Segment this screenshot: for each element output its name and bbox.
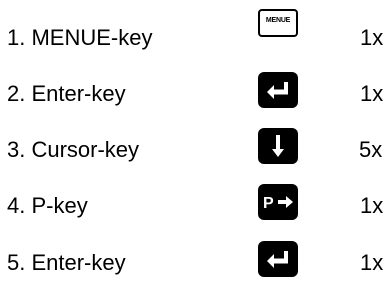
step-row-3: 3. Cursor-key 5x — [0, 127, 389, 173]
step-label: 3. Cursor-key — [7, 137, 140, 162]
p-key-icon: P — [258, 184, 298, 220]
enter-key-icon — [258, 72, 298, 108]
step-row-2: 2. Enter-key 1x — [0, 71, 389, 117]
step-count: 1x — [360, 25, 384, 50]
cursor-down-key-icon — [258, 128, 298, 164]
step-label: 4. P-key — [7, 193, 88, 218]
p-key-letter: P — [263, 195, 274, 212]
step-label: 5. Enter-key — [7, 250, 126, 275]
enter-key-icon — [258, 241, 298, 277]
step-count: 5x — [359, 137, 383, 162]
down-arrow-icon — [272, 135, 284, 157]
p-arrow-icon: P — [263, 195, 293, 212]
step-row-5: 5. Enter-key 1x — [0, 240, 389, 286]
step-row-4: 4. P-key P 1x — [0, 183, 389, 229]
step-label: 1. MENUE-key — [7, 25, 153, 50]
step-count: 1x — [360, 193, 384, 218]
key-sequence-list: 1. MENUE-key MENUE 1x 2. Enter-key 1x 3.… — [0, 0, 389, 299]
enter-arrow-icon — [267, 82, 288, 99]
menue-key-text: MENUE — [265, 16, 291, 24]
step-count: 1x — [360, 81, 384, 106]
step-row-1: 1. MENUE-key MENUE 1x — [0, 9, 389, 61]
enter-arrow-icon — [267, 251, 288, 268]
step-label: 2. Enter-key — [7, 81, 126, 106]
menue-key-icon: MENUE — [258, 9, 298, 37]
step-count: 1x — [360, 250, 384, 275]
